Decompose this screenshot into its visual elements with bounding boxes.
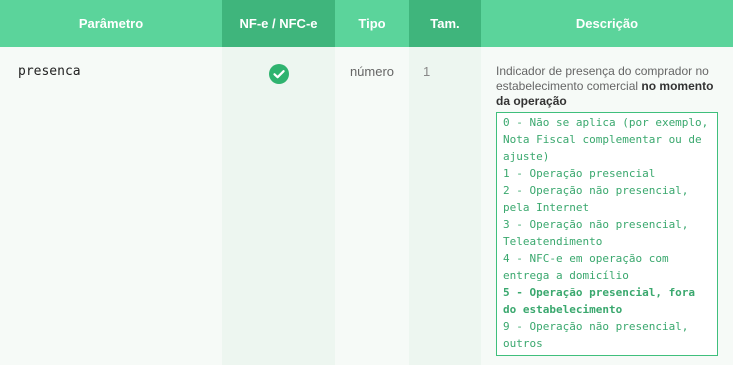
header-tipo: Tipo (335, 0, 409, 47)
check-circle-icon (268, 64, 289, 84)
cell-nf (222, 47, 335, 365)
options-code-box: 0 - Não se aplica (por exemplo, Nota Fis… (496, 112, 718, 356)
option-9: 9 - Operação não presencial, outros (503, 320, 689, 350)
parameters-table: Parâmetro NF-e / NFC-e Tipo Tam. Descriç… (0, 0, 733, 365)
description-text: Indicador de presença do comprador no es… (496, 64, 717, 109)
option-5: 5 - Operação presencial, fora do estabel… (503, 286, 696, 316)
header-nf: NF-e / NFC-e (222, 0, 335, 47)
option-3: 3 - Operação não presencial, Teleatendim… (503, 218, 689, 248)
option-0: 0 - Não se aplica (por exemplo, Nota Fis… (503, 116, 709, 163)
header-parametro: Parâmetro (0, 0, 222, 47)
table-header-row: Parâmetro NF-e / NFC-e Tipo Tam. Descriç… (0, 0, 733, 47)
cell-tipo: número (335, 47, 409, 365)
cell-descricao: Indicador de presença do comprador no es… (481, 47, 733, 365)
option-1: 1 - Operação presencial (503, 167, 656, 180)
header-descricao: Descrição (481, 0, 733, 47)
table-row: presenca número 1 Indicador de presença … (0, 47, 733, 365)
option-4: 4 - NFC-e em operação com entrega a domi… (503, 252, 669, 282)
option-2: 2 - Operação não presencial, pela Intern… (503, 184, 689, 214)
cell-parametro: presenca (0, 47, 222, 365)
header-tam: Tam. (409, 0, 481, 47)
cell-tam: 1 (409, 47, 481, 365)
